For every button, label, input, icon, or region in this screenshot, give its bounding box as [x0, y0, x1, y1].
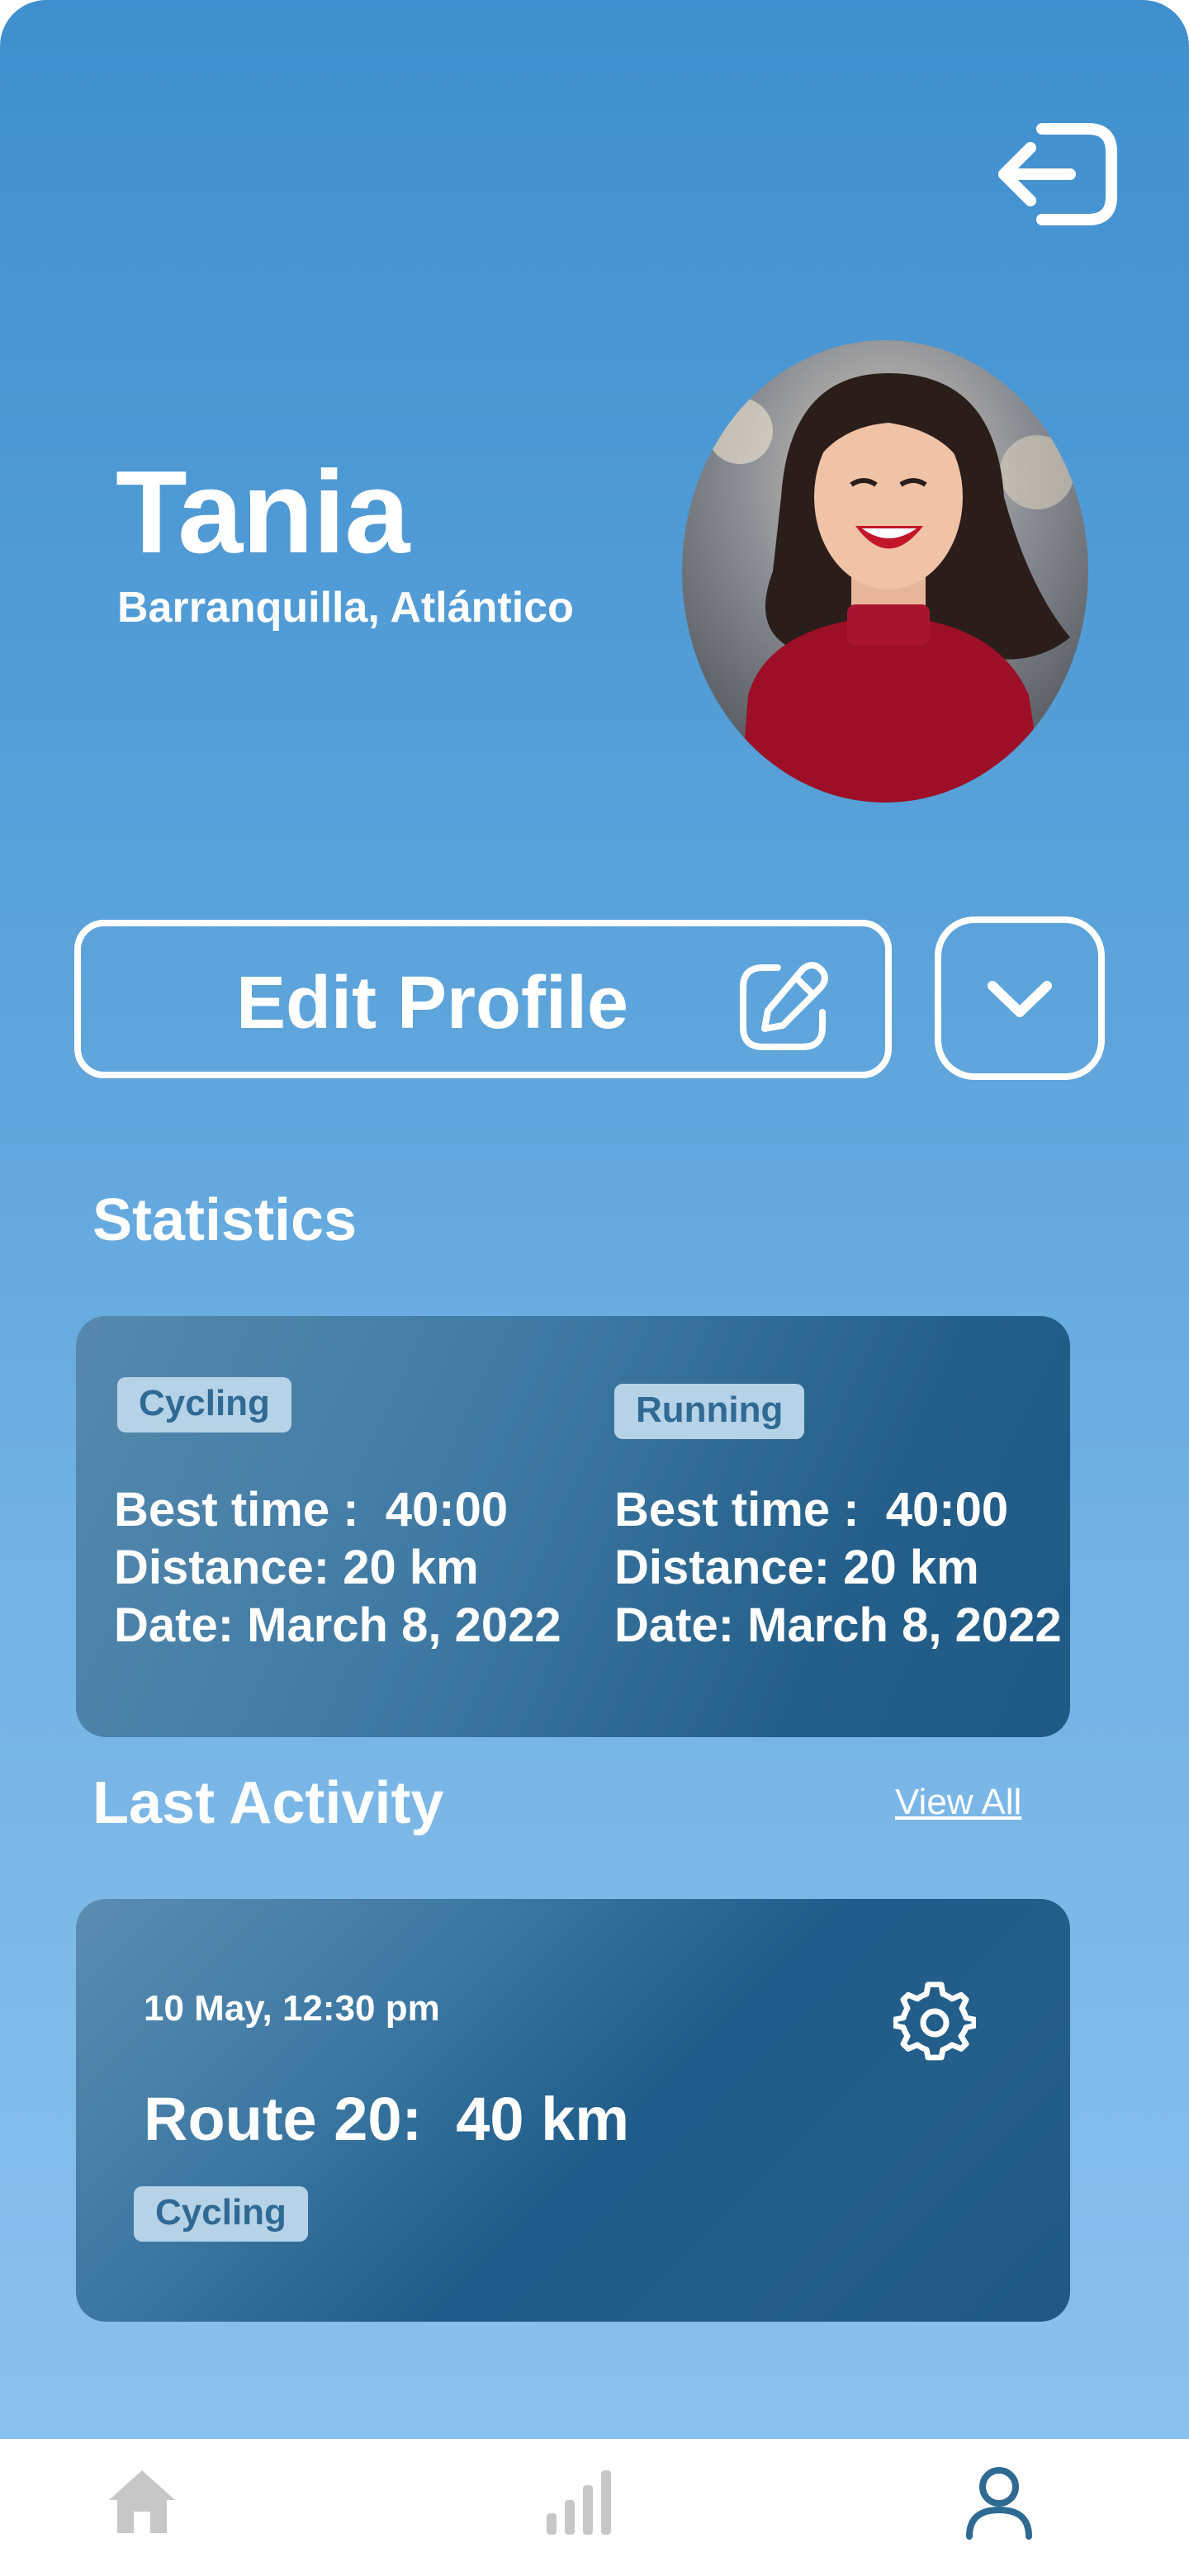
stat-distance: Distance: 20 km — [114, 1541, 479, 1594]
profile-screen: Tania Barranquilla, Atlántico Edit Profi… — [0, 0, 1189, 2576]
activity-chip-cycling: Cycling — [117, 1377, 291, 1432]
activity-card[interactable]: 10 May, 12:30 pm Route 20: 40 km Cycling — [76, 1899, 1070, 2322]
edit-profile-label: Edit Profile — [236, 962, 629, 1044]
stat-date: Date: March 8, 2022 — [614, 1598, 1062, 1652]
last-activity-title: Last Activity — [92, 1770, 444, 1836]
profile-name: Tania — [116, 447, 410, 578]
activity-date: 10 May, 12:30 pm — [144, 1988, 440, 2029]
activity-chip-running: Running — [614, 1384, 805, 1439]
activity-chip-cycling: Cycling — [134, 2186, 308, 2242]
profile-location: Barranquilla, Atlántico — [117, 584, 574, 632]
view-all-link[interactable]: View All — [895, 1782, 1021, 1823]
bottom-navigation — [0, 2439, 1189, 2576]
stat-best-time: Best time : 40:00 — [114, 1483, 509, 1537]
stat-distance: Distance: 20 km — [614, 1541, 979, 1594]
home-icon[interactable] — [101, 2460, 183, 2543]
stat-best-time: Best time : 40:00 — [614, 1483, 1009, 1537]
stat-date: Date: March 8, 2022 — [114, 1598, 561, 1652]
logout-icon[interactable] — [991, 112, 1123, 236]
statistics-card: Cycling Best time : 40:00 Distance: 20 k… — [76, 1316, 1070, 1737]
activity-route: Route 20: 40 km — [144, 2085, 630, 2153]
edit-profile-button[interactable]: Edit Profile — [74, 920, 892, 1078]
user-icon[interactable] — [958, 2460, 1040, 2543]
edit-icon — [740, 962, 828, 1050]
stats-icon[interactable] — [538, 2460, 621, 2543]
statistics-title: Statistics — [92, 1187, 358, 1253]
chevron-down-icon — [988, 981, 1052, 1017]
gear-icon[interactable] — [893, 1982, 976, 2064]
avatar — [682, 340, 1088, 803]
more-options-button[interactable] — [935, 916, 1105, 1080]
